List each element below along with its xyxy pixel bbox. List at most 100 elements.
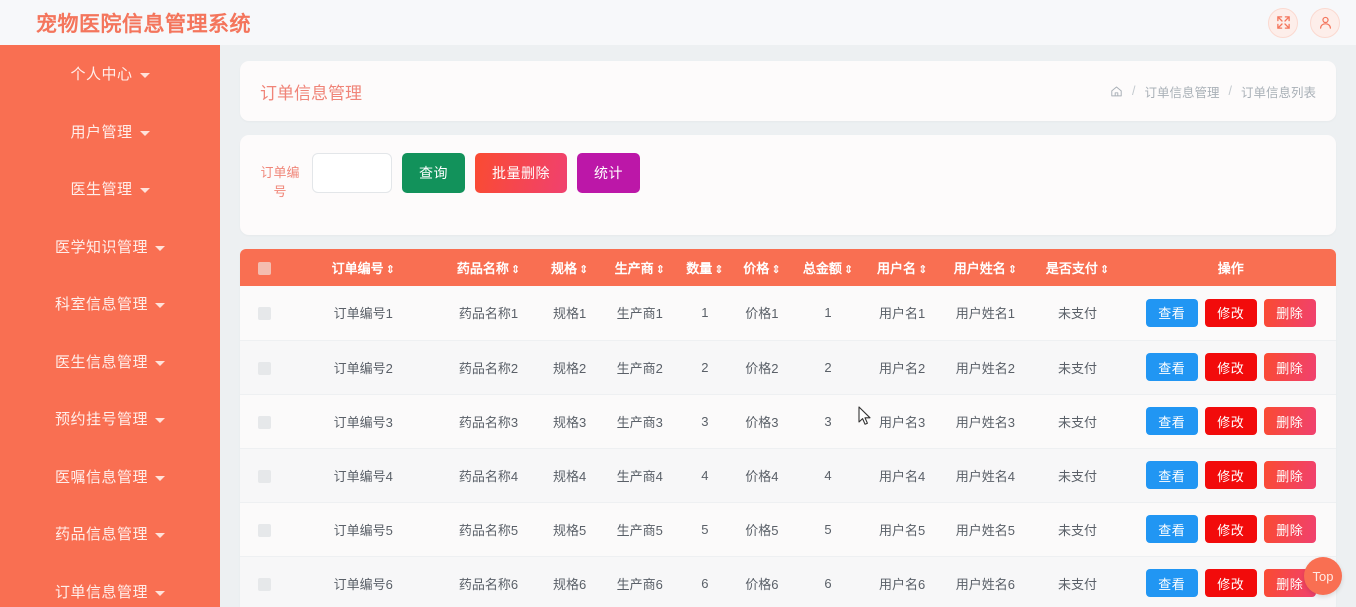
cell-operations: 查看 修改 删除	[1125, 394, 1336, 449]
delete-button[interactable]: 删除	[1263, 515, 1316, 543]
fullscreen-icon[interactable]	[1268, 7, 1298, 38]
edit-button[interactable]: 修改	[1204, 407, 1257, 435]
sidebar-item-label: 药品信息管理	[54, 526, 148, 544]
row-action-group: 查看 修改 删除	[1126, 461, 1336, 489]
row-checkbox[interactable]	[257, 469, 271, 483]
chevron-down-icon	[155, 533, 165, 539]
order-no-input[interactable]	[312, 153, 392, 193]
col-username[interactable]: 用户名 ⇕	[863, 249, 942, 286]
delete-button[interactable]: 删除	[1263, 461, 1316, 489]
sidebar-item-5[interactable]: 医生信息管理	[0, 333, 220, 391]
cell-maker: 生产商6	[600, 556, 679, 607]
row-select-cell	[240, 448, 289, 503]
col-label: 药品名称	[456, 261, 509, 276]
sidebar-item-7[interactable]: 医嘱信息管理	[0, 448, 220, 506]
view-button[interactable]: 查看	[1145, 298, 1198, 327]
top-bar-actions	[1268, 0, 1340, 45]
back-to-top-button[interactable]: Top	[1304, 557, 1342, 595]
sidebar-item-8[interactable]: 药品信息管理	[0, 505, 220, 563]
sidebar-item-6[interactable]: 预约挂号管理	[0, 390, 220, 448]
edit-button[interactable]: 修改	[1204, 461, 1257, 489]
cell-order-no: 订单编号3	[288, 394, 439, 449]
table-header-row: 订单编号 ⇕ 药品名称 ⇕ 规格 ⇕ 生产商 ⇕ 数量 ⇕ 价格 ⇕ 总金额 ⇕ 用户名 ⇕ 用…	[240, 249, 1336, 286]
col-order-no[interactable]: 订单编号 ⇕	[288, 249, 439, 286]
sidebar-item-label: 医生管理	[70, 181, 133, 199]
cell-order-no: 订单编号5	[288, 502, 439, 557]
cell-maker: 生产商5	[600, 502, 679, 557]
delete-button[interactable]: 删除	[1263, 298, 1316, 327]
sidebar-item-0[interactable]: 个人中心	[0, 45, 220, 103]
view-button[interactable]: 查看	[1145, 515, 1198, 543]
chevron-down-icon	[155, 245, 165, 251]
edit-button[interactable]: 修改	[1204, 569, 1257, 597]
cell-realname: 用户姓名5	[941, 502, 1030, 557]
cell-total: 4	[792, 448, 864, 503]
chevron-down-icon	[155, 590, 165, 596]
cell-spec: 规格6	[538, 556, 601, 607]
row-checkbox[interactable]	[257, 523, 271, 537]
sidebar-item-9[interactable]: 订单信息管理	[0, 563, 220, 607]
row-select-cell	[240, 502, 289, 557]
chevron-down-icon	[155, 303, 165, 309]
cell-total: 3	[792, 394, 864, 449]
breadcrumb-item-1[interactable]: 订单信息列表	[1241, 82, 1316, 101]
cell-operations: 查看 修改 删除	[1125, 502, 1336, 557]
cell-price: 价格4	[730, 448, 793, 503]
col-qty[interactable]: 数量 ⇕	[678, 249, 731, 286]
col-price[interactable]: 价格 ⇕	[730, 249, 793, 286]
table-row: 订单编号1 药品名称1 规格1 生产商1 1 价格1 1 用户名1 用户姓名1 未支付 查看 修改 删除	[240, 286, 1336, 341]
cell-spec: 规格2	[538, 340, 601, 395]
sidebar-item-3[interactable]: 医学知识管理	[0, 218, 220, 276]
row-checkbox[interactable]	[257, 415, 271, 429]
cell-spec: 规格1	[538, 286, 601, 341]
col-drug-name[interactable]: 药品名称 ⇕	[438, 249, 539, 286]
col-label: 数量	[686, 261, 713, 276]
col-spec[interactable]: 规格 ⇕	[538, 249, 601, 286]
bulk-delete-button[interactable]: 批量删除	[475, 153, 567, 193]
cell-total: 2	[792, 340, 864, 395]
row-checkbox[interactable]	[257, 577, 271, 591]
row-action-group: 查看 修改 删除	[1126, 298, 1336, 327]
edit-button[interactable]: 修改	[1204, 353, 1257, 381]
cell-drug-name: 药品名称4	[438, 448, 539, 503]
view-button[interactable]: 查看	[1145, 569, 1198, 597]
user-icon[interactable]	[1310, 7, 1340, 38]
row-action-group: 查看 修改 删除	[1126, 353, 1336, 381]
col-paid[interactable]: 是否支付 ⇕	[1029, 249, 1126, 286]
edit-button[interactable]: 修改	[1204, 515, 1257, 543]
stats-button[interactable]: 统计	[577, 153, 640, 193]
col-total[interactable]: 总金额 ⇕	[792, 249, 864, 286]
sidebar-item-label: 个人中心	[70, 66, 133, 84]
table-row: 订单编号6 药品名称6 规格6 生产商6 6 价格6 6 用户名6 用户姓名6 未支付 查看 修改 删除	[240, 556, 1336, 607]
delete-button[interactable]: 删除	[1263, 407, 1316, 435]
table-row: 订单编号3 药品名称3 规格3 生产商3 3 价格3 3 用户名3 用户姓名3 未支付 查看 修改 删除	[240, 394, 1336, 449]
chevron-down-icon	[155, 360, 165, 366]
col-realname[interactable]: 用户姓名 ⇕	[941, 249, 1030, 286]
view-button[interactable]: 查看	[1145, 353, 1198, 381]
sort-icon: ⇕	[1007, 264, 1017, 276]
sidebar-item-2[interactable]: 医生管理	[0, 160, 220, 218]
row-action-group: 查看 修改 删除	[1126, 407, 1336, 435]
row-checkbox[interactable]	[257, 361, 271, 375]
col-maker[interactable]: 生产商 ⇕	[600, 249, 679, 286]
row-checkbox[interactable]	[257, 307, 271, 321]
delete-button[interactable]: 删除	[1263, 353, 1316, 381]
breadcrumb-item-0[interactable]: 订单信息管理	[1144, 82, 1219, 101]
query-button[interactable]: 查询	[402, 153, 465, 193]
cell-qty: 2	[678, 340, 731, 395]
row-select-cell	[240, 286, 289, 341]
chevron-down-icon	[139, 73, 150, 79]
cell-drug-name: 药品名称3	[438, 394, 539, 449]
sidebar-item-4[interactable]: 科室信息管理	[0, 275, 220, 333]
view-button[interactable]: 查看	[1145, 461, 1198, 489]
cell-username: 用户名3	[863, 394, 942, 449]
home-icon[interactable]	[1110, 85, 1123, 98]
edit-button[interactable]: 修改	[1204, 298, 1257, 327]
orders-table-card: 订单编号 ⇕ 药品名称 ⇕ 规格 ⇕ 生产商 ⇕ 数量 ⇕ 价格 ⇕ 总金额 ⇕ 用户名 ⇕ 用…	[240, 249, 1336, 607]
select-all-checkbox[interactable]	[257, 262, 271, 276]
sort-icon: ⇕	[1099, 264, 1110, 276]
filter-row: 订单编号 查询 批量删除 统计	[258, 153, 1318, 201]
cell-order-no: 订单编号4	[288, 448, 439, 503]
sidebar-item-1[interactable]: 用户管理	[0, 103, 220, 161]
view-button[interactable]: 查看	[1145, 407, 1198, 435]
